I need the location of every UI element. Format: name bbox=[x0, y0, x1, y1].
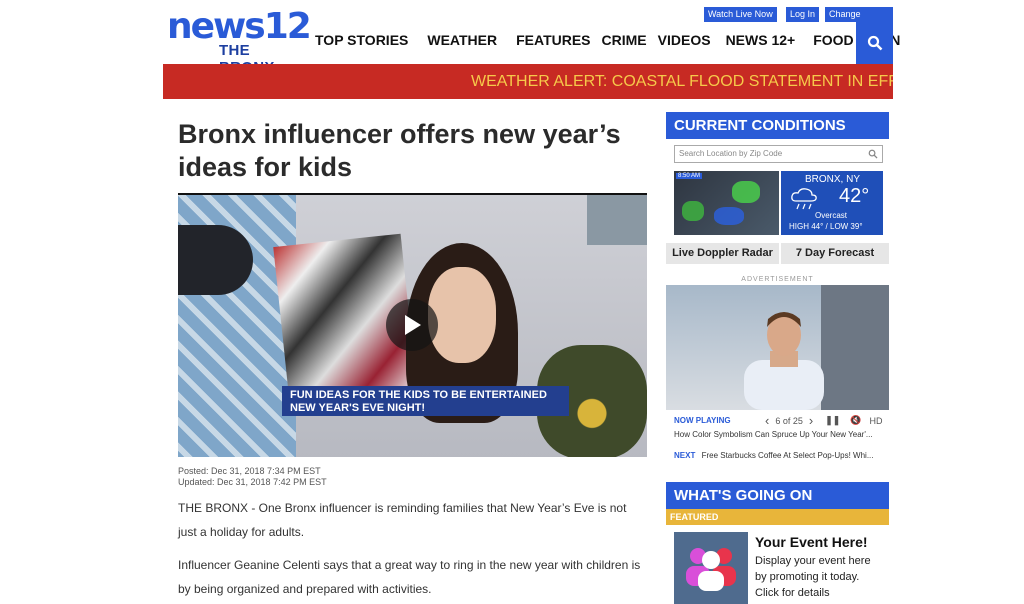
weather-hilo: HIGH 44° / LOW 39° bbox=[789, 222, 863, 231]
seven-day-forecast-button[interactable]: 7 Day Forecast bbox=[781, 243, 889, 264]
whats-going-on-heading: WHAT'S GOING ON bbox=[666, 482, 889, 509]
featured-label: FEATURED bbox=[666, 509, 889, 525]
now-playing-title[interactable]: How Color Symbolism Can Spruce Up Your N… bbox=[674, 430, 873, 439]
nav-videos[interactable]: VIDEOS bbox=[658, 32, 711, 48]
alert-text: WEATHER ALERT: COASTAL FLOOD STATEMENT I… bbox=[471, 73, 893, 90]
zip-search-placeholder: Search Location by Zip Code bbox=[679, 149, 783, 158]
nav-weather[interactable]: WEATHER bbox=[427, 32, 497, 48]
pause-icon[interactable]: ❚❚ bbox=[825, 415, 840, 426]
rain-cloud-icon bbox=[791, 188, 817, 210]
posted-time: Posted: Dec 31, 2018 7:34 PM EST bbox=[178, 466, 321, 476]
people-icon bbox=[686, 548, 736, 591]
ad-frame-person bbox=[744, 312, 824, 410]
nav-crime[interactable]: CRIME bbox=[602, 32, 647, 48]
nav-top-stories[interactable]: TOP STORIES bbox=[315, 32, 408, 48]
radar-precip bbox=[732, 181, 760, 203]
weather-summary[interactable]: BRONX, NY 42° Overcast HIGH 44° / LOW 39… bbox=[781, 171, 883, 235]
main-nav: TOP STORIES WEATHER FEATURES CRIME VIDEO… bbox=[315, 32, 919, 48]
next-video[interactable]: NEXT Free Starbucks Coffee At Select Pop… bbox=[674, 451, 874, 460]
article-paragraph: THE BRONX - One Bronx influencer is remi… bbox=[178, 496, 648, 544]
site-header: news12 THE BRONX Watch Live Now Log In C… bbox=[163, 0, 900, 76]
mute-icon[interactable]: 🔇 bbox=[850, 415, 861, 426]
video-player[interactable]: FUN IDEAS FOR THE KIDS TO BE ENTERTAINED… bbox=[178, 193, 647, 457]
weather-temp: 42° bbox=[839, 185, 870, 207]
next-icon[interactable]: › bbox=[809, 413, 813, 428]
article-timestamps: Posted: Dec 31, 2018 7:34 PM EST Updated… bbox=[178, 466, 327, 488]
nav-features[interactable]: FEATURES bbox=[516, 32, 590, 48]
search-button[interactable] bbox=[856, 22, 893, 64]
updated-time: Updated: Dec 31, 2018 7:42 PM EST bbox=[178, 477, 327, 487]
next-label: NEXT bbox=[674, 451, 696, 460]
live-doppler-radar-button[interactable]: Live Doppler Radar bbox=[666, 243, 779, 264]
next-title: Free Starbucks Coffee At Select Pop-Ups!… bbox=[701, 451, 874, 460]
play-icon bbox=[405, 315, 421, 335]
news12-logo[interactable]: news12 THE BRONX bbox=[167, 6, 312, 76]
event-title[interactable]: Your Event Here! bbox=[755, 534, 868, 550]
weather-alert-banner[interactable]: WEATHER ALERT: COASTAL FLOOD STATEMENT I… bbox=[163, 64, 893, 99]
article-title: Bronx influencer offers new year’s ideas… bbox=[178, 119, 621, 182]
ad-controls: ‹ 6 of 25 › ❚❚ 🔇 HD bbox=[765, 413, 883, 428]
video-frame-girl-face bbox=[428, 267, 496, 363]
nav-news12-plus[interactable]: NEWS 12+ bbox=[726, 32, 796, 48]
search-icon[interactable] bbox=[868, 149, 878, 159]
advertisement-label: ADVERTISEMENT bbox=[741, 276, 814, 283]
video-frame-hand bbox=[178, 225, 253, 295]
dateline: THE BRONX - bbox=[178, 501, 259, 515]
video-lower-third: FUN IDEAS FOR THE KIDS TO BE ENTERTAINED… bbox=[282, 386, 569, 416]
weather-location: BRONX, NY bbox=[805, 174, 861, 185]
event-description: Display your event here by promoting it … bbox=[755, 555, 871, 599]
change-region-link[interactable]: Change Region bbox=[825, 7, 893, 34]
radar-precip bbox=[682, 201, 704, 221]
event-promo-image[interactable] bbox=[674, 532, 748, 604]
video-frame-lamp bbox=[587, 195, 647, 245]
radar-map[interactable]: 8:50 AM bbox=[674, 171, 779, 235]
current-conditions-heading: CURRENT CONDITIONS bbox=[666, 112, 889, 139]
video-counter: 6 of 25 bbox=[775, 415, 803, 426]
ad-video-player[interactable] bbox=[666, 285, 889, 410]
prev-icon[interactable]: ‹ bbox=[765, 413, 769, 428]
radar-time: 8:50 AM bbox=[676, 173, 703, 179]
now-playing-label: NOW PLAYING bbox=[674, 416, 731, 425]
hd-toggle[interactable]: HD bbox=[870, 416, 883, 426]
watch-live-link[interactable]: Watch Live Now bbox=[704, 7, 777, 22]
article-paragraph-2: Influencer Geanine Celenti says that a g… bbox=[178, 558, 641, 596]
search-icon bbox=[867, 35, 882, 51]
logo-text: news12 bbox=[167, 6, 312, 47]
zip-search-input[interactable]: Search Location by Zip Code bbox=[674, 145, 883, 163]
radar-precip bbox=[714, 207, 744, 225]
play-button[interactable] bbox=[386, 299, 438, 351]
weather-desc: Overcast bbox=[815, 211, 848, 220]
login-link[interactable]: Log In bbox=[786, 7, 820, 22]
